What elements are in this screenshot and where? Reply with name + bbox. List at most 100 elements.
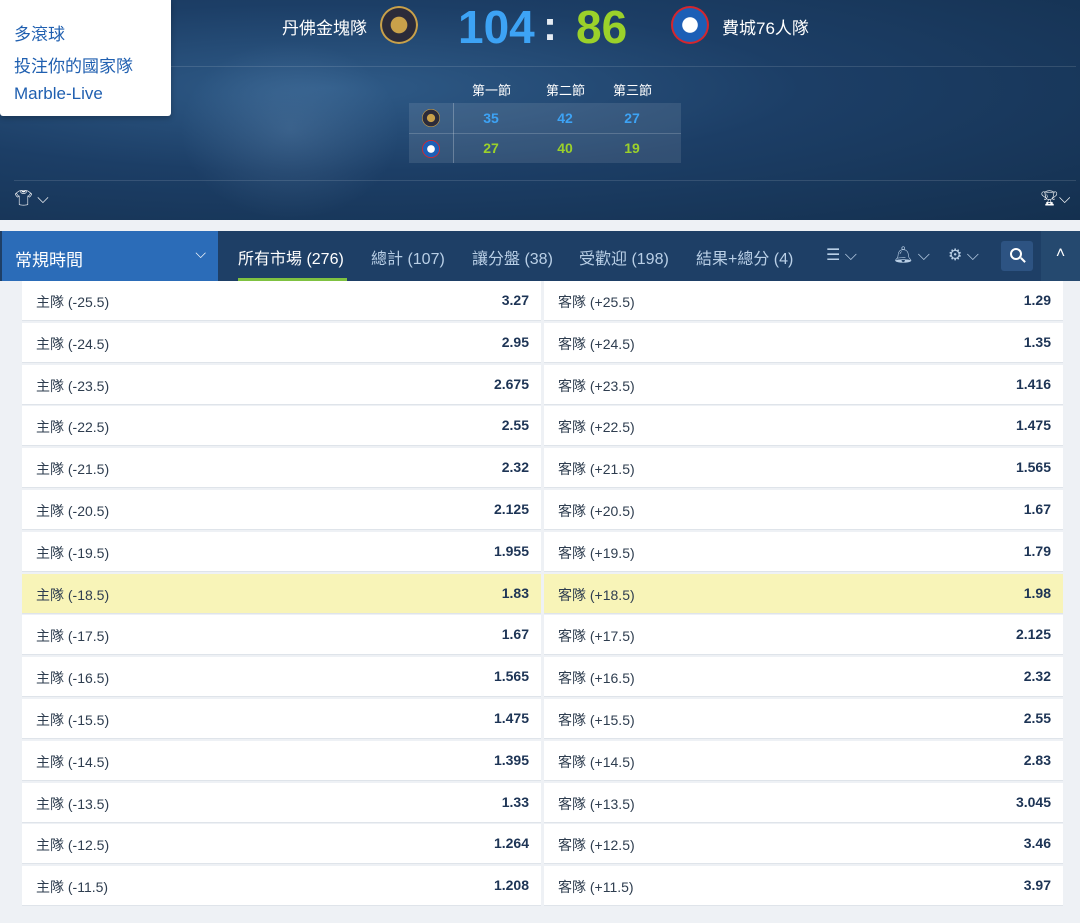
dropdown-item-bet-national-team[interactable]: 投注你的國家隊 (14, 52, 133, 77)
trophy-menu-button[interactable]: 🏆︎⌵ (1040, 189, 1070, 207)
search-button[interactable] (1001, 241, 1033, 271)
home-handicap-label: 主隊 (-22.5) (36, 419, 110, 436)
chevron-down-icon: ⌵ (966, 247, 979, 264)
home-odds-cell[interactable]: 主隊 (-11.5) 1.208 (22, 866, 541, 907)
away-odds-value: 3.045 (1015, 793, 1051, 810)
period-select-label: 常規時間 (15, 251, 83, 270)
away-odds-cell[interactable]: 客隊 (+15.5) 2.55 (544, 699, 1063, 739)
odds-row: 主隊 (-17.5) 1.67 客隊 (+17.5) 2.125 (22, 615, 1063, 656)
home-odds-cell[interactable]: 主隊 (-19.5) 1.955 (22, 531, 541, 572)
away-odds-cell[interactable]: 客隊 (+14.5) 2.83 (544, 740, 1063, 781)
odds-row: 主隊 (-24.5) 2.95 客隊 (+24.5) 1.35 (22, 322, 1063, 363)
odds-row: 主隊 (-13.5) 1.33 客隊 (+13.5) 3.045 (22, 782, 1063, 823)
home-odds-value: 3.27 (501, 292, 529, 308)
period-header-3: 第三節 (613, 83, 653, 98)
away-handicap-label: 客隊 (+20.5) (558, 503, 635, 519)
trophy-icon: 🏆︎ (1040, 190, 1060, 207)
shirt-menu-button[interactable]: 👕︎ ⌵ (14, 189, 49, 207)
home-odds-cell[interactable]: 主隊 (-12.5) 1.264 (22, 824, 541, 865)
tab-all-markets[interactable]: 所有市場 (276) (238, 245, 344, 269)
home-handicap-label: 主隊 (-17.5) (36, 628, 110, 645)
away-odds-value: 1.35 (1023, 333, 1051, 350)
away-odds-cell[interactable]: 客隊 (+13.5) 3.045 (544, 782, 1063, 823)
away-handicap-label: 客隊 (+23.5) (558, 377, 635, 394)
home-odds-cell[interactable]: 主隊 (-21.5) 2.32 (22, 448, 541, 489)
home-odds-cell[interactable]: 主隊 (-25.5) 3.27 (22, 281, 541, 321)
away-period-2-score: 40 (557, 140, 573, 156)
player-background-image (180, 40, 400, 220)
away-odds-cell[interactable]: 客隊 (+23.5) 1.416 (544, 364, 1063, 405)
home-odds-cell[interactable]: 主隊 (-20.5) 2.125 (22, 490, 541, 530)
away-handicap-label: 客隊 (+11.5) (558, 879, 634, 896)
settings-button[interactable]: ⚙ ⌵ (948, 245, 979, 265)
away-odds-cell[interactable]: 客隊 (+25.5) 1.29 (544, 281, 1063, 321)
away-handicap-label: 客隊 (+22.5) (558, 419, 635, 436)
home-odds-cell[interactable]: 主隊 (-17.5) 1.67 (22, 615, 541, 656)
dropdown-item-marble-live[interactable]: Marble-Live (14, 84, 103, 104)
chevron-down-icon: ⌵ (1059, 190, 1071, 207)
tab-result-total[interactable]: 結果+總分 (4) (696, 245, 793, 269)
home-odds-cell[interactable]: 主隊 (-13.5) 1.33 (22, 782, 541, 823)
away-odds-cell[interactable]: 客隊 (+18.5) 1.98 (544, 573, 1063, 614)
away-odds-value: 2.125 (1015, 626, 1051, 643)
home-odds-cell[interactable]: 主隊 (-18.5) 1.83 (22, 573, 541, 614)
score-separator: : (543, 2, 557, 49)
tab-popular[interactable]: 受歡迎 (198) (579, 245, 669, 269)
home-handicap-label: 主隊 (-16.5) (36, 670, 110, 687)
tab-handicap[interactable]: 讓分盤 (38) (472, 245, 553, 269)
away-odds-value: 2.32 (1023, 668, 1051, 685)
bell-icon: 🔔︎ (893, 247, 914, 264)
home-odds-value: 1.475 (493, 710, 529, 726)
period-table-divider (409, 133, 681, 134)
home-handicap-label: 主隊 (-12.5) (36, 837, 110, 854)
away-handicap-label: 客隊 (+17.5) (558, 628, 635, 645)
tab-totals[interactable]: 總計 (107) (371, 245, 445, 269)
market-tab-bar: 常規時間 ⌵ 所有市場 (276) 總計 (107) 讓分盤 (38) 受歡迎 … (0, 231, 1080, 281)
away-odds-cell[interactable]: 客隊 (+20.5) 1.67 (544, 490, 1063, 530)
dropdown-item-multi-live[interactable]: 多滾球 (14, 20, 65, 45)
home-odds-value: 2.675 (493, 375, 529, 392)
notifications-button[interactable]: 🔔︎ ⌵ (893, 245, 930, 265)
chevron-down-icon: ⌵ (195, 245, 206, 261)
home-handicap-label: 主隊 (-13.5) (36, 795, 110, 812)
home-odds-cell[interactable]: 主隊 (-15.5) 1.475 (22, 699, 541, 739)
away-odds-cell[interactable]: 客隊 (+24.5) 1.35 (544, 322, 1063, 363)
home-odds-cell[interactable]: 主隊 (-14.5) 1.395 (22, 740, 541, 781)
period-header-2: 第二節 (546, 83, 586, 98)
away-odds-cell[interactable]: 客隊 (+22.5) 1.475 (544, 406, 1063, 447)
home-handicap-label: 主隊 (-25.5) (36, 294, 110, 310)
odds-row: 主隊 (-14.5) 1.395 客隊 (+14.5) 2.83 (22, 740, 1063, 781)
home-odds-value: 1.955 (493, 542, 529, 559)
away-team-mini-logo-icon (422, 140, 440, 158)
away-handicap-label: 客隊 (+21.5) (558, 461, 635, 478)
collapse-button[interactable]: ˄ (1041, 231, 1080, 281)
home-score: 104 (458, 1, 535, 53)
home-period-3-score: 27 (624, 110, 640, 126)
away-handicap-label: 客隊 (+25.5) (558, 294, 635, 310)
home-period-2-score: 42 (557, 110, 573, 126)
away-odds-cell[interactable]: 客隊 (+12.5) 3.46 (544, 824, 1063, 865)
home-odds-cell[interactable]: 主隊 (-22.5) 2.55 (22, 406, 541, 447)
away-odds-cell[interactable]: 客隊 (+16.5) 2.32 (544, 657, 1063, 698)
home-odds-cell[interactable]: 主隊 (-16.5) 1.565 (22, 657, 541, 698)
home-odds-cell[interactable]: 主隊 (-24.5) 2.95 (22, 322, 541, 363)
away-odds-cell[interactable]: 客隊 (+19.5) 1.79 (544, 531, 1063, 572)
away-odds-cell[interactable]: 客隊 (+11.5) 3.97 (544, 866, 1063, 907)
away-odds-value: 3.46 (1023, 835, 1051, 852)
away-odds-cell[interactable]: 客隊 (+17.5) 2.125 (544, 615, 1063, 656)
home-period-1-score: 35 (483, 110, 499, 126)
home-odds-cell[interactable]: 主隊 (-23.5) 2.675 (22, 364, 541, 405)
home-odds-value: 2.95 (501, 333, 529, 350)
away-handicap-label: 客隊 (+15.5) (558, 712, 635, 728)
chevron-down-icon: ⌵ (917, 247, 930, 264)
shirt-icon: 👕︎ (14, 190, 34, 207)
header-divider (14, 66, 1076, 67)
away-odds-value: 1.416 (1015, 375, 1051, 392)
period-select-dropdown[interactable]: 常規時間 ⌵ (2, 231, 218, 281)
odds-row: 主隊 (-19.5) 1.955 客隊 (+19.5) 1.79 (22, 531, 1063, 572)
away-odds-cell[interactable]: 客隊 (+21.5) 1.565 (544, 448, 1063, 489)
list-view-button[interactable]: ☰ ⌵ (826, 245, 857, 265)
chevron-down-icon: ⌵ (844, 247, 857, 264)
away-handicap-label: 客隊 (+12.5) (558, 837, 635, 854)
home-odds-value: 1.83 (501, 584, 529, 601)
